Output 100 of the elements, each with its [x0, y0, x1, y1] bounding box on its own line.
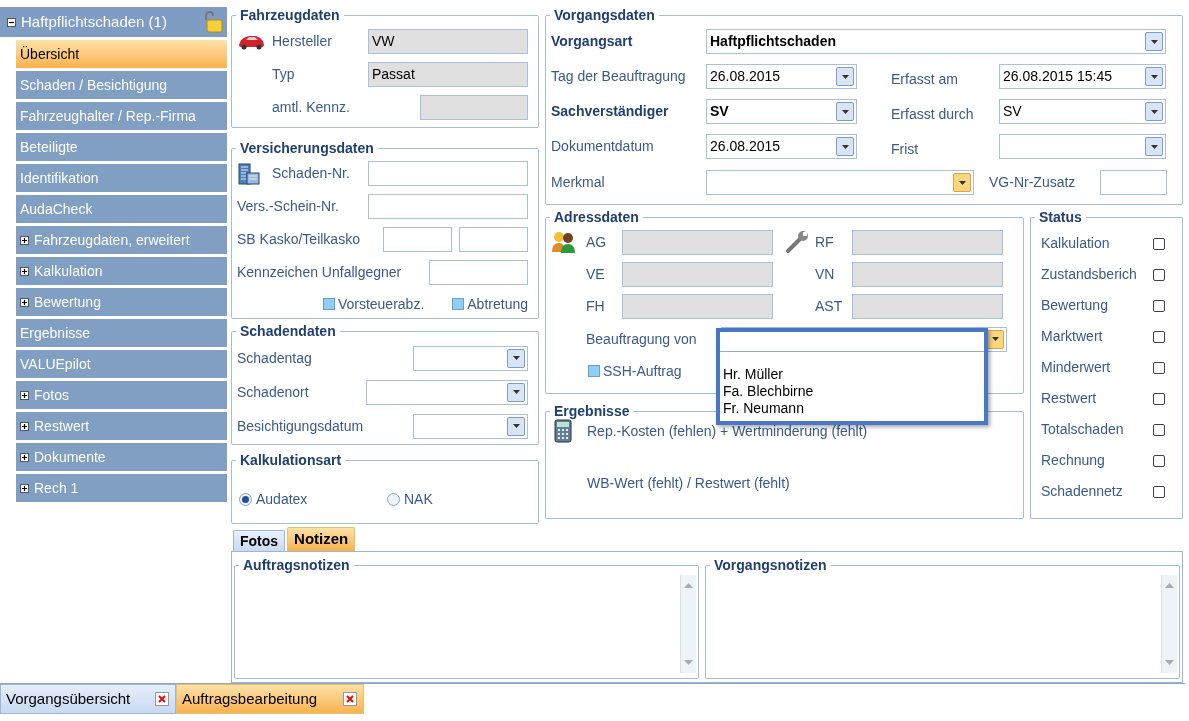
checkbox[interactable] [1153, 485, 1165, 498]
dropdown-button[interactable] [1145, 32, 1163, 51]
dropdown-button[interactable] [836, 102, 854, 121]
readonly-field[interactable] [622, 293, 773, 319]
tab[interactable]: Fotos [233, 530, 286, 551]
dropdown-option[interactable]: Fr. Neumann [720, 400, 984, 417]
dropdown-button[interactable] [953, 173, 971, 192]
group-title: Adressdaten [553, 209, 640, 225]
field-label: SB Kasko/Teilkasko [237, 230, 360, 249]
people-icon [551, 230, 577, 254]
dropdown-field[interactable]: 26.08.2015 15:45 [999, 64, 1166, 89]
readonly-field[interactable]: Passat [368, 62, 528, 87]
expand-icon[interactable] [20, 297, 29, 307]
status-label: Minderwert [1041, 358, 1111, 377]
expand-icon[interactable] [20, 266, 29, 276]
caret-icon [841, 74, 849, 79]
checkbox[interactable] [1153, 454, 1165, 467]
field-label: Erfasst am [891, 69, 959, 89]
checkbox[interactable] [1153, 299, 1165, 312]
field-label: Abtretung [467, 294, 528, 314]
dropdown-field[interactable]: 26.08.2015 [706, 64, 857, 89]
nav-label: VALUEpilot [20, 354, 91, 374]
text-field[interactable] [383, 227, 452, 252]
readonly-field[interactable]: VW [368, 29, 528, 54]
checkbox[interactable] [452, 298, 465, 310]
collapse-icon[interactable] [7, 17, 16, 27]
field-label: NAK [404, 489, 433, 509]
field-label: Audatex [256, 489, 308, 509]
dropdown-field[interactable] [366, 379, 528, 405]
dropdown-button[interactable] [1145, 102, 1163, 121]
close-icon[interactable] [343, 692, 357, 706]
document-tab[interactable]: Auftragsbearbeitung [176, 684, 364, 714]
field-label: RF [815, 232, 835, 252]
close-icon[interactable] [155, 692, 169, 706]
dropdown-field[interactable] [706, 170, 974, 195]
document-tab[interactable]: Vorgangsübersicht [0, 684, 176, 714]
nav-label: Fahrzeugdaten, erweitert [34, 230, 190, 250]
status-label: Rechnung [1041, 451, 1105, 470]
field-label: Merkmal [551, 173, 606, 192]
text-field[interactable] [1100, 170, 1167, 195]
dropdown-button[interactable] [507, 382, 525, 402]
checkbox[interactable] [588, 365, 600, 377]
readonly-field[interactable] [622, 261, 773, 287]
nav-label: Ergebnisse [20, 323, 91, 343]
checkbox[interactable] [1153, 392, 1165, 405]
dropdown-field[interactable]: 26.08.2015 [706, 134, 857, 159]
caret-icon [841, 144, 849, 149]
expand-icon[interactable] [20, 452, 29, 462]
field-label: SSH-Auftrag [603, 361, 682, 381]
dropdown-button[interactable] [1145, 137, 1163, 156]
group-title: Auftragsnotizen [242, 557, 351, 573]
group-title: Schadendaten [239, 323, 337, 339]
checkbox[interactable] [1153, 237, 1165, 250]
readonly-field[interactable] [622, 229, 773, 255]
checkbox[interactable] [1153, 330, 1165, 343]
dropdown-field[interactable]: SV [999, 99, 1166, 124]
tab[interactable]: Notizen [287, 527, 356, 551]
readonly-field[interactable] [420, 95, 528, 120]
dropdown-field[interactable]: Haftpflichtschaden [706, 29, 1166, 54]
field-label: Frist [891, 139, 920, 159]
dropdown-button[interactable] [836, 137, 854, 156]
calculator-icon [554, 419, 572, 443]
nav-item[interactable]: Übersicht [16, 40, 227, 68]
expand-icon[interactable] [20, 483, 29, 493]
dropdown-option[interactable]: Hr. Müller [720, 366, 984, 383]
readonly-field[interactable] [852, 293, 1003, 319]
checkbox[interactable] [1153, 361, 1165, 374]
field-label: Besichtigungsdatum [237, 416, 364, 436]
readonly-field[interactable] [852, 261, 1003, 287]
field-label: VG-Nr-Zusatz [989, 173, 1077, 192]
checkbox[interactable] [1153, 423, 1165, 436]
group-title: Vorgangsdaten [553, 7, 656, 23]
text-field[interactable] [368, 161, 528, 186]
dropdown-field[interactable] [999, 134, 1166, 159]
expand-icon[interactable] [20, 390, 29, 400]
dropdown-field[interactable] [413, 345, 528, 371]
field-label: Kennzeichen Unfallgegner [237, 263, 402, 282]
expand-icon[interactable] [20, 421, 29, 431]
dropdown-field[interactable]: SV [706, 99, 857, 124]
dropdown-field[interactable] [413, 413, 528, 439]
status-label: Restwert [1041, 389, 1097, 408]
dropdown-button[interactable] [836, 67, 854, 86]
checkbox[interactable] [322, 298, 335, 310]
dropdown-button[interactable] [507, 348, 525, 368]
expand-icon[interactable] [20, 235, 29, 245]
nav-label: Identifikation [20, 168, 99, 188]
field-label: Dokumentdatum [551, 137, 655, 156]
dropdown-button[interactable] [507, 416, 525, 436]
checkbox[interactable] [1153, 268, 1165, 281]
dropdown-button[interactable] [1145, 67, 1163, 86]
caret-icon [958, 180, 966, 185]
radio-button[interactable] [239, 492, 252, 506]
group-title: Ergebnisse [553, 403, 631, 419]
text-field[interactable] [459, 227, 528, 252]
caret-icon [512, 424, 520, 428]
text-field[interactable] [368, 194, 528, 219]
radio-button[interactable] [387, 492, 400, 506]
text-field[interactable] [429, 260, 528, 285]
dropdown-option[interactable]: Fa. Blechbirne [720, 383, 984, 400]
readonly-field[interactable] [852, 229, 1003, 255]
